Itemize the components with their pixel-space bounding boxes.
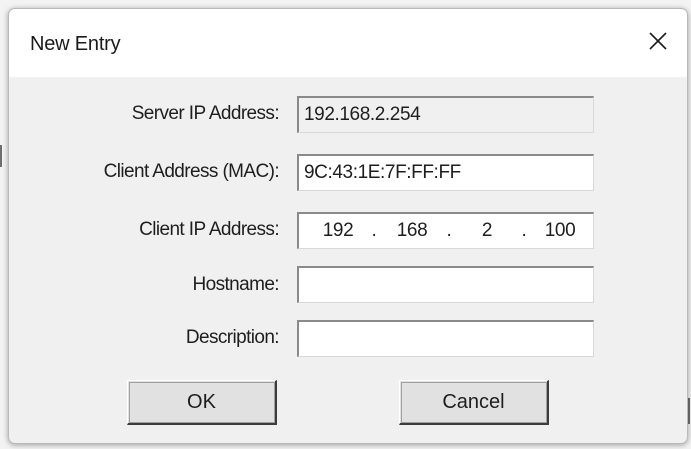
description-input[interactable] — [297, 320, 594, 357]
close-button[interactable] — [629, 9, 687, 77]
client-mac-input[interactable]: 9C:43:1E:7F:FF:FF — [297, 154, 594, 191]
client-mac-label: Client Address (MAC): — [103, 161, 280, 182]
ip-octet-4[interactable]: 100 — [535, 220, 585, 242]
ip-octet-3[interactable]: 2 — [462, 220, 512, 242]
ip-separator-3: . — [521, 220, 527, 241]
description-label: Description: — [185, 327, 280, 348]
background-edge-right — [688, 398, 690, 424]
ip-separator-1: . — [371, 220, 377, 241]
dialog-title: New Entry — [30, 33, 121, 55]
ip-separator-2: . — [446, 220, 452, 241]
server-ip-field: 192.168.2.254 — [297, 96, 594, 133]
hostname-input[interactable] — [297, 266, 594, 303]
ip-octet-1[interactable]: 192 — [313, 220, 363, 242]
close-icon — [649, 32, 667, 50]
ip-octet-2[interactable]: 168 — [387, 220, 437, 242]
background-edge-left — [0, 145, 2, 167]
ok-button[interactable]: OK — [127, 380, 277, 425]
title-bar[interactable]: New Entry — [9, 9, 687, 77]
server-ip-label: Server IP Address: — [131, 103, 280, 124]
client-ip-label: Client IP Address: — [139, 219, 279, 240]
new-entry-dialog: New Entry Server IP Address: 192.168.2.2… — [8, 8, 688, 444]
client-ip-input[interactable]: 192 . 168 . 2 . 100 — [297, 212, 594, 249]
hostname-label: Hostname: — [192, 274, 280, 295]
cancel-button[interactable]: Cancel — [399, 380, 549, 425]
